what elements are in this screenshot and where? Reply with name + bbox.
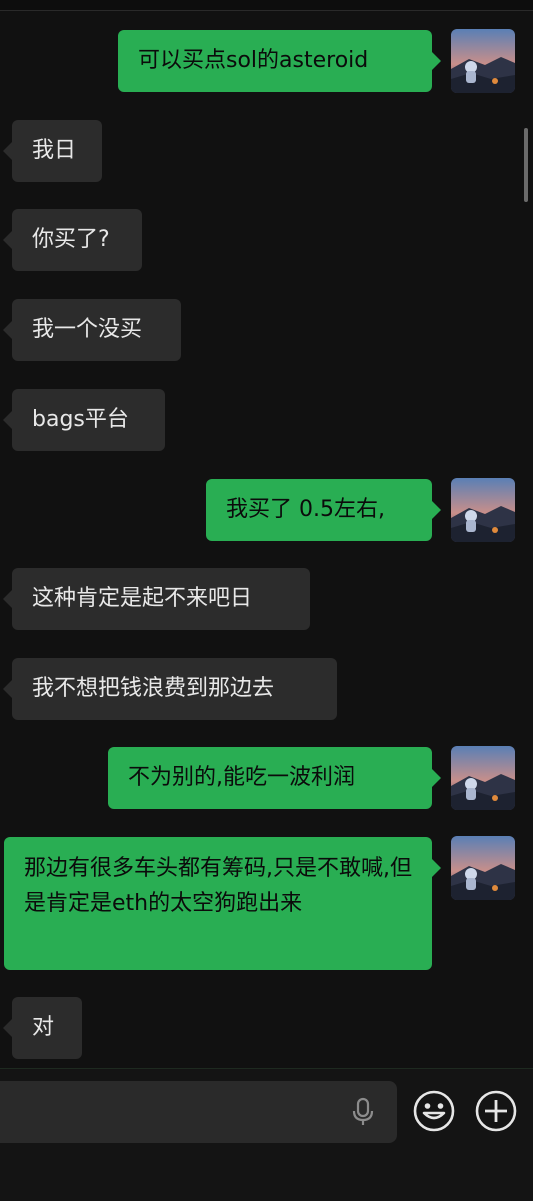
avatar[interactable] [451, 836, 515, 900]
avatar[interactable] [451, 478, 515, 542]
message-text: 我一个没买 [32, 317, 143, 342]
message-bubble-incoming[interactable]: bags平台 [3, 389, 165, 451]
message-bubble-incoming[interactable]: 我日 [3, 120, 102, 182]
message-text: 我买了 0.5左右, [226, 497, 385, 522]
message-text: 我不想把钱浪费到那边去 [32, 676, 275, 701]
message-text: 可以买点sol的asteroid [138, 48, 369, 73]
avatar-landscape-image [451, 836, 515, 900]
message-bubble-outgoing[interactable]: 那边有很多车头都有筹码,只是不敢喊,但是肯定是eth的太空狗跑出来 [4, 837, 441, 970]
avatar-landscape-image [451, 29, 515, 93]
message-text: 我日 [32, 138, 77, 163]
message-bubble-outgoing[interactable]: 不为别的,能吃一波利润 [108, 747, 441, 809]
plus-icon[interactable] [474, 1089, 518, 1133]
chat-message-list[interactable]: 可以买点sol的asteroid 我日 你买了? 我一个没买 bags平台 我买… [0, 0, 533, 1068]
avatar[interactable] [451, 746, 515, 810]
message-bubble-incoming[interactable]: 对 [3, 997, 82, 1059]
message-text: 这种肯定是起不来吧日 [32, 586, 253, 611]
message-text: 那边有很多车头都有筹码,只是不敢喊,但是肯定是eth的太空狗跑出来 [24, 856, 412, 916]
message-text: 你买了? [32, 227, 110, 252]
avatar-landscape-image [451, 746, 515, 810]
message-bubble-outgoing[interactable]: 我买了 0.5左右, [206, 479, 441, 541]
message-text: 对 [32, 1015, 55, 1040]
message-input-field[interactable] [0, 1081, 397, 1143]
message-input-bar [0, 1068, 533, 1201]
message-text: 不为别的,能吃一波利润 [128, 765, 355, 790]
avatar-landscape-image [451, 478, 515, 542]
emoji-icon[interactable] [412, 1089, 456, 1133]
microphone-icon[interactable] [350, 1097, 376, 1127]
message-bubble-incoming[interactable]: 我一个没买 [3, 299, 181, 361]
message-bubble-outgoing[interactable]: 可以买点sol的asteroid [118, 30, 441, 92]
message-bubble-incoming[interactable]: 我不想把钱浪费到那边去 [3, 658, 337, 720]
scrollbar-thumb[interactable] [524, 128, 528, 202]
message-bubble-incoming[interactable]: 这种肯定是起不来吧日 [3, 568, 310, 630]
message-text: bags平台 [32, 407, 129, 432]
avatar[interactable] [451, 29, 515, 93]
message-bubble-incoming[interactable]: 你买了? [3, 209, 142, 271]
